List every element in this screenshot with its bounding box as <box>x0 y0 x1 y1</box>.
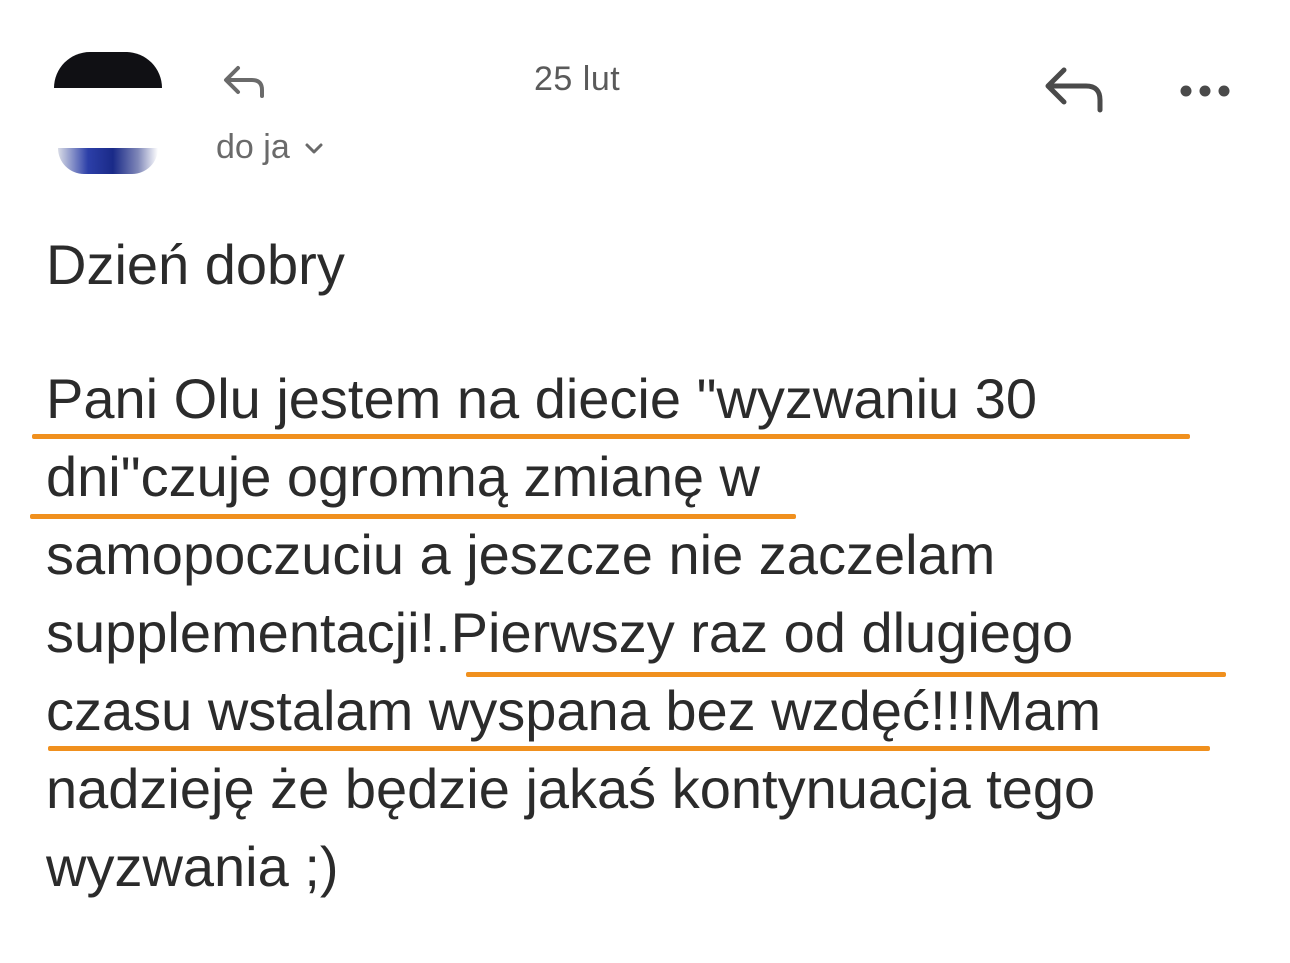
reply-icon[interactable] <box>1040 62 1106 118</box>
body-line: czasu wstalam wyspana bez wzdęć!!!Mam <box>46 679 1102 742</box>
highlight-underline <box>466 672 1226 677</box>
body-line: wyzwania ;) <box>46 835 339 898</box>
body-line: supplementacji!.Pierwszy raz od dlugiego <box>46 601 1074 664</box>
avatar-bottom <box>58 148 158 174</box>
recipient-label: do ja <box>216 128 290 166</box>
body-line: dni"czuje ogromną zmianę w <box>46 445 760 508</box>
email-date: 25 lut <box>534 60 621 98</box>
avatar-top <box>54 52 162 88</box>
highlight-underline <box>32 434 1190 439</box>
email-body: Pani Olu jestem na diecie "wyzwaniu 30 d… <box>46 360 1266 906</box>
body-line: samopoczuciu a jeszcze nie zaczelam <box>46 523 996 586</box>
highlight-underline <box>48 746 1210 751</box>
body-line: nadzieję że będzie jakaś kontynuacja teg… <box>46 757 1096 820</box>
sender-avatar[interactable] <box>54 52 162 176</box>
recipient-toggle[interactable]: do ja <box>216 128 324 167</box>
reply-icon <box>224 66 264 98</box>
body-line: Pani Olu jestem na diecie "wyzwaniu 30 <box>46 367 1038 430</box>
chevron-down-icon <box>305 143 323 153</box>
highlight-underline <box>30 514 796 519</box>
avatar-gap <box>54 88 162 148</box>
more-horizontal-icon[interactable] <box>1176 76 1234 106</box>
email-greeting: Dzień dobry <box>46 233 345 296</box>
